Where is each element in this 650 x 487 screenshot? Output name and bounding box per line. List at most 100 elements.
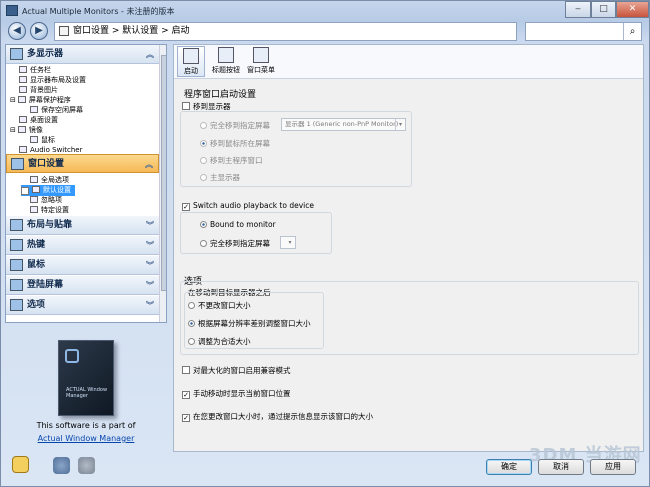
redo-icon[interactable] <box>78 457 95 474</box>
section-window-settings[interactable]: 窗口设置 ︽ <box>6 154 159 173</box>
chevron-up-icon[interactable]: ︽ <box>145 155 153 174</box>
radio-label: 移到鼠标所在屏幕 <box>210 139 270 148</box>
collapse-icon[interactable]: ⊟ <box>10 126 16 134</box>
settings-icon <box>32 186 40 193</box>
radio-label: 根据屏幕分辨率差别调整窗口大小 <box>198 319 311 328</box>
tab-startup[interactable]: 启动 <box>177 46 205 77</box>
radio-resize-by-resolution[interactable]: 根据屏幕分辨率差别调整窗口大小 <box>188 318 311 329</box>
checkbox-label: 手动移动时显示当前窗口位置 <box>193 389 291 398</box>
scrollbar-thumb[interactable] <box>161 55 166 291</box>
checkbox-icon[interactable]: ✓ <box>182 414 190 422</box>
keyboard-icon <box>10 239 23 251</box>
tree-label: 保存空闲屏幕 <box>41 106 83 114</box>
section-layout[interactable]: 布局与贴靠 ︾ <box>6 216 159 235</box>
radio-main-monitor[interactable]: 主显示器 <box>200 172 240 183</box>
section-logon-screen[interactable]: 登陆屏幕 ︾ <box>6 276 159 295</box>
switch-audio-checkbox[interactable]: ✓ Switch audio playback to device <box>182 201 314 211</box>
radio-fully-move-specified[interactable]: 完全移到指定屏幕 <box>200 120 270 131</box>
product-box-image: ACTUAL Window Manager <box>58 340 114 416</box>
radio-icon[interactable] <box>200 174 207 181</box>
startup-icon <box>183 48 199 64</box>
checkbox-label: 对最大化的窗口启用兼容模式 <box>193 366 291 375</box>
sidebar-scrollbar[interactable] <box>159 45 166 322</box>
search-input[interactable]: ⌕ <box>525 22 642 41</box>
tree-label: 桌面设置 <box>30 116 58 124</box>
tab-label: 标题按钮 <box>212 66 240 74</box>
wallpaper-icon <box>19 86 27 93</box>
checkbox-icon[interactable]: ✓ <box>182 391 190 399</box>
checkbox-icon[interactable] <box>182 102 190 110</box>
tree-label: 屏幕保护程序 <box>28 96 71 104</box>
select-value: 显示器 1 (Generic non-PnP Monitor) <box>285 120 399 128</box>
cancel-button[interactable]: 取消 <box>538 459 584 475</box>
section-options[interactable]: 选项 ︾ <box>6 296 159 315</box>
close-button[interactable]: ✕ <box>616 1 649 18</box>
radio-icon[interactable] <box>200 157 207 164</box>
section-label: 窗口设置 <box>28 159 65 169</box>
section-mouse[interactable]: 鼠标 ︾ <box>6 256 159 275</box>
layout-icon <box>10 219 23 231</box>
tree-label: 特定设置 <box>41 206 69 214</box>
tree-item-specific[interactable]: 特定设置 <box>30 205 69 216</box>
audio-monitor-select[interactable]: ▾ <box>280 236 296 249</box>
search-icon[interactable]: ⌕ <box>623 23 641 40</box>
mirror-icon <box>17 126 26 133</box>
navigation-bar: ◀ ▶ 窗口设置 > 默认设置 > 启动 ⌕ <box>1 21 649 43</box>
radio-audio-fully-move[interactable]: 完全移到指定屏幕 <box>200 238 270 249</box>
help-icon[interactable] <box>12 456 29 473</box>
undo-icon[interactable] <box>53 457 70 474</box>
radio-no-resize[interactable]: 不更改窗口大小 <box>188 300 251 311</box>
radio-icon[interactable] <box>188 302 195 309</box>
radio-icon[interactable] <box>200 122 207 129</box>
section-label: 登陆屏幕 <box>27 280 64 290</box>
tab-label: 启动 <box>184 67 198 75</box>
main-window: Actual Multiple Monitors - 未注册的版本 ‒ □ ✕ … <box>0 0 650 487</box>
breadcrumb[interactable]: 窗口设置 > 默认设置 > 启动 <box>54 22 517 41</box>
apply-button[interactable]: 应用 <box>590 459 636 475</box>
tab-window-menu[interactable]: 窗口菜单 <box>244 46 278 77</box>
show-size-tooltip-checkbox[interactable]: ✓ 在您更改窗口大小时，通过提示信息显示该窗口的大小 <box>182 411 373 422</box>
taskbar-icon <box>19 66 27 73</box>
chevron-down-icon[interactable]: ︾ <box>146 216 154 235</box>
section-multi-monitor[interactable]: 多显示器 ︽ <box>6 45 159 64</box>
forward-button[interactable]: ▶ <box>30 22 48 40</box>
chevron-down-icon[interactable]: ︾ <box>146 256 154 275</box>
section-label: 多显示器 <box>27 49 64 59</box>
title-buttons-icon <box>218 47 234 63</box>
radio-label: 移到主程序窗口 <box>210 156 263 165</box>
back-button[interactable]: ◀ <box>8 22 26 40</box>
chevron-down-icon[interactable]: ▾ <box>395 119 405 130</box>
radio-move-main-screen[interactable]: 移到主程序窗口 <box>200 155 263 166</box>
chevron-down-icon[interactable]: ▾ <box>285 237 295 248</box>
promo-link[interactable]: Actual Window Manager <box>5 434 167 443</box>
radio-fit-size[interactable]: 调整为合适大小 <box>188 336 251 347</box>
compat-maximized-checkbox[interactable]: 对最大化的窗口启用兼容模式 <box>182 365 291 376</box>
chevron-down-icon[interactable]: ︾ <box>146 236 154 255</box>
section-hotkeys[interactable]: 热键 ︾ <box>6 236 159 255</box>
minimize-button[interactable]: ‒ <box>565 1 591 18</box>
options-icon <box>10 299 23 311</box>
radio-label: 完全移到指定屏幕 <box>210 121 270 130</box>
section-label: 鼠标 <box>27 260 46 270</box>
collapse-icon[interactable]: ⊟ <box>10 96 16 104</box>
monitor-select[interactable]: 显示器 1 (Generic non-PnP Monitor) ▾ <box>281 118 406 131</box>
radio-icon[interactable] <box>188 320 195 327</box>
tab-title-buttons[interactable]: 标题按钮 <box>209 46 243 77</box>
tree-label: 鼠标 <box>41 136 55 144</box>
radio-label: Bound to monitor <box>210 220 276 229</box>
checkbox-icon[interactable] <box>182 366 190 374</box>
chevron-up-icon[interactable]: ︽ <box>146 45 154 64</box>
radio-bound-to-monitor[interactable]: Bound to monitor <box>200 220 276 229</box>
radio-icon[interactable] <box>200 221 207 228</box>
ok-button[interactable]: 确定 <box>486 459 532 475</box>
checkbox-icon[interactable]: ✓ <box>21 187 29 195</box>
checkbox-icon[interactable]: ✓ <box>182 203 190 211</box>
maximize-button[interactable]: □ <box>591 1 616 18</box>
chevron-down-icon[interactable]: ︾ <box>146 276 154 295</box>
radio-move-mouse-screen[interactable]: 移到鼠标所在屏幕 <box>200 138 270 149</box>
radio-icon[interactable] <box>200 140 207 147</box>
radio-icon[interactable] <box>200 240 207 247</box>
radio-icon[interactable] <box>188 338 195 345</box>
chevron-down-icon[interactable]: ︾ <box>146 296 154 315</box>
show-pos-manual-checkbox[interactable]: ✓ 手动移动时显示当前窗口位置 <box>182 388 291 399</box>
